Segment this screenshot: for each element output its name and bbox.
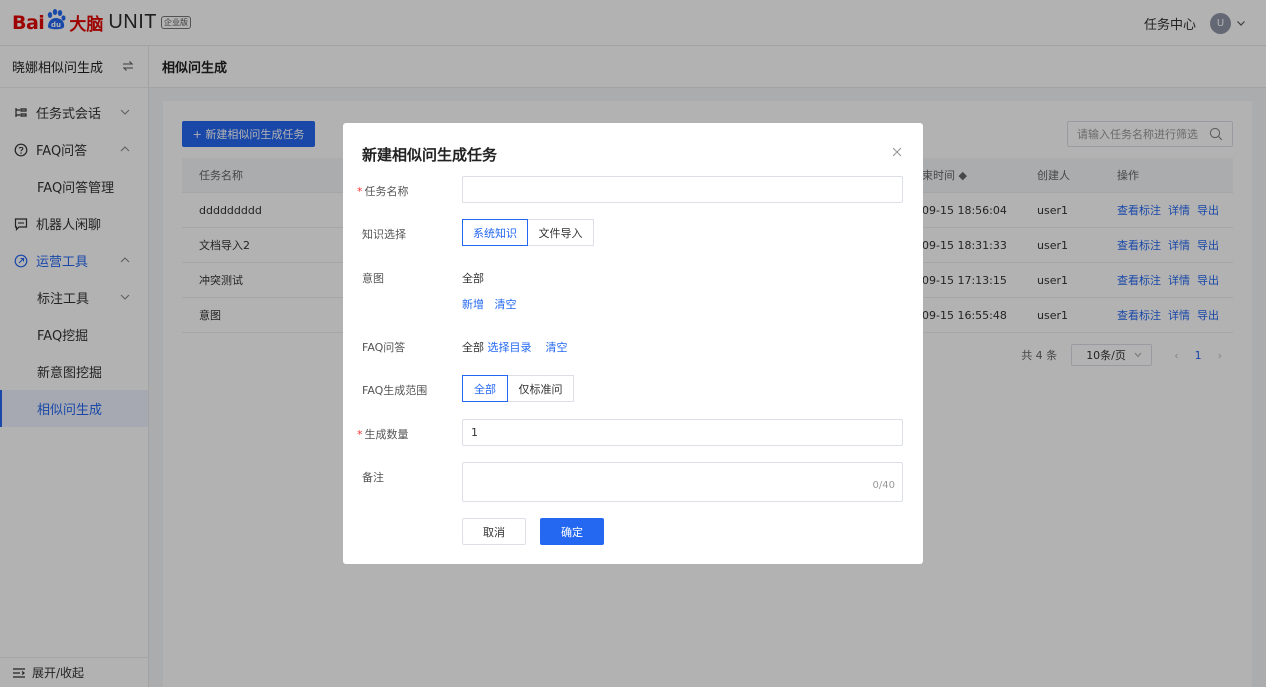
count-label: * 生成数量 (357, 426, 409, 442)
required-mark: * (357, 428, 363, 441)
note-char-counter: 0/40 (872, 480, 895, 491)
knowledge-option-system[interactable]: 系统知识 (462, 219, 528, 246)
close-icon[interactable] (892, 147, 902, 157)
knowledge-option-file[interactable]: 文件导入 (528, 219, 594, 246)
intent-add-link[interactable]: 新增 (462, 298, 484, 311)
range-option-all[interactable]: 全部 (462, 375, 508, 402)
required-mark: * (357, 185, 363, 198)
range-selector: 全部 仅标准问 (462, 375, 574, 402)
task-name-label-text: 任务名称 (364, 185, 409, 198)
task-name-label: * 任务名称 (357, 183, 409, 199)
faq-row: 全部 选择目录 清空 (462, 339, 568, 355)
faq-value: 全部 (462, 341, 484, 354)
range-option-standard[interactable]: 仅标准问 (508, 375, 574, 402)
faq-select-directory-link[interactable]: 选择目录 (488, 341, 532, 354)
faq-label: FAQ问答 (362, 341, 406, 354)
intent-label: 意图 (362, 272, 384, 285)
note-label: 备注 (362, 471, 384, 484)
confirm-button[interactable]: 确定 (540, 518, 604, 545)
count-input[interactable]: 1 (462, 419, 903, 446)
intent-clear-link[interactable]: 清空 (495, 298, 517, 311)
task-name-input[interactable] (462, 176, 903, 203)
count-label-text: 生成数量 (364, 428, 409, 441)
cancel-button[interactable]: 取消 (462, 518, 526, 545)
faq-clear-link[interactable]: 清空 (546, 341, 568, 354)
intent-actions: 新增 清空 (462, 296, 517, 312)
knowledge-selector: 系统知识 文件导入 (462, 219, 594, 246)
note-textarea[interactable]: 0/40 (462, 462, 903, 502)
intent-value: 全部 (462, 272, 484, 285)
range-label: FAQ生成范围 (362, 384, 428, 397)
new-task-dialog: 新建相似问生成任务 * 任务名称 知识选择 系统知识 文件导入 意图 全部 新增 … (343, 123, 923, 564)
knowledge-label: 知识选择 (362, 228, 406, 241)
dialog-title: 新建相似问生成任务 (362, 146, 498, 164)
